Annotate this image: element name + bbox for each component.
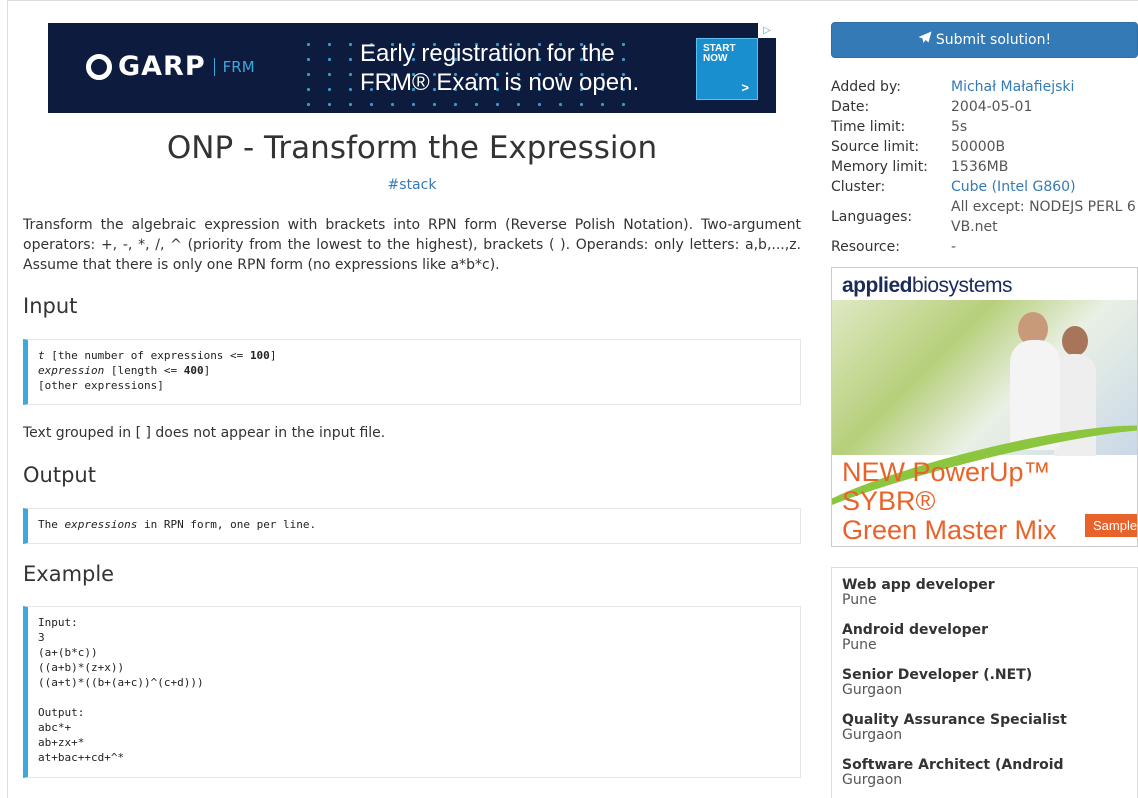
- garp-logo-icon: [86, 53, 112, 80]
- example-heading: Example: [23, 562, 115, 586]
- output-heading: Output: [23, 463, 96, 487]
- input-line1-text: [the number of expressions <=: [44, 349, 250, 362]
- ad2-lab-photo: [832, 300, 1137, 546]
- garp-ad-banner[interactable]: GARP FRM Early registration for the FRM®…: [48, 23, 776, 113]
- ad2-sample-button[interactable]: Sample: [1085, 514, 1137, 537]
- info-row-memory-limit: Memory limit: 1536MB: [831, 157, 1138, 177]
- output-post-text: in RPN form, one per line.: [137, 518, 317, 531]
- info-label: Date:: [831, 99, 870, 115]
- info-label: Cluster:: [831, 179, 886, 195]
- applied-biosystems-ad[interactable]: appliedbiosystems NEW PowerUp™ SYBR® Gre…: [831, 267, 1138, 547]
- author-link[interactable]: Michał Małafiejski: [951, 79, 1074, 95]
- info-row-added-by: Added by: Michał Małafiejski: [831, 77, 1138, 97]
- job-title: Android developer: [842, 622, 989, 638]
- input-note: Text grouped in [ ] does not appear in t…: [23, 425, 386, 441]
- info-value: 50000B: [951, 139, 1006, 155]
- info-label: Languages:: [831, 209, 913, 225]
- ad-start-now-button[interactable]: START NOW >: [696, 38, 758, 100]
- paper-plane-icon: [918, 23, 932, 57]
- garp-logo-sub: FRM: [213, 57, 255, 76]
- cluster-link[interactable]: Cube (Intel G860): [951, 179, 1076, 195]
- job-item[interactable]: Android developer Pune: [842, 623, 1127, 653]
- job-item[interactable]: Web app developer Pune: [842, 578, 1127, 608]
- ad-cta-arrow-icon: >: [741, 80, 749, 95]
- input-spec-block: t [the number of expressions <= 100] exp…: [23, 339, 801, 405]
- info-label: Source limit:: [831, 139, 920, 155]
- output-var-expressions: expressions: [64, 518, 138, 531]
- problem-title: ONP - Transform the Expression: [166, 130, 658, 166]
- ad-headline-line2: FRM® Exam is now open.: [360, 69, 640, 96]
- input-line2-number: 400: [183, 364, 204, 377]
- ad2-brand-logo: appliedbiosystems: [842, 274, 1013, 298]
- job-location: Gurgaon: [842, 772, 903, 788]
- ad-choices-icon[interactable]: ▷: [758, 23, 776, 38]
- info-value: 1536MB: [951, 159, 1009, 175]
- info-label: Resource:: [831, 239, 900, 255]
- info-row-date: Date: 2004-05-01: [831, 97, 1138, 117]
- job-location: Gurgaon: [842, 682, 903, 698]
- info-row-source-limit: Source limit: 50000B: [831, 137, 1138, 157]
- example-block: Input: 3 (a+(b*c)) ((a+b)*(z+x)) ((a+t)*…: [23, 606, 801, 778]
- info-value: -: [951, 239, 957, 255]
- job-location: Pune: [842, 637, 877, 653]
- input-line1-number: 100: [249, 349, 270, 362]
- garp-logo: GARP FRM: [86, 51, 255, 82]
- job-item[interactable]: Quality Assurance Specialist Gurgaon: [842, 713, 1127, 743]
- input-line3-text: [other expressions]: [38, 379, 164, 392]
- output-spec-block: The expressions in RPN form, one per lin…: [23, 508, 801, 544]
- output-pre-text: The: [38, 518, 65, 531]
- info-row-time-limit: Time limit: 5s: [831, 117, 1138, 137]
- ad-headline: Early registration for the FRM® Exam is …: [360, 39, 639, 97]
- info-label: Time limit:: [831, 119, 906, 135]
- problem-tag-link[interactable]: #stack: [23, 177, 801, 193]
- info-value: 5s: [951, 119, 968, 135]
- ad2-brand-bold: applied: [842, 274, 913, 297]
- input-line2-end: ]: [203, 364, 211, 377]
- info-row-resource: Resource: -: [831, 237, 1138, 257]
- info-row-languages: Languages: All except: NODEJS PERL 6 VB.…: [831, 197, 1138, 237]
- submit-solution-button[interactable]: Submit solution!: [831, 22, 1138, 58]
- job-title: Software Architect (Android: [842, 757, 1064, 773]
- ad-headline-line1: Early registration for the: [360, 40, 615, 67]
- job-title: Quality Assurance Specialist: [842, 712, 1067, 728]
- ad2-brand-rest: biosystems: [912, 274, 1013, 297]
- input-heading: Input: [23, 294, 78, 318]
- info-label: Added by:: [831, 79, 901, 95]
- ad2-product-line1: NEW PowerUp™ SYBR®: [842, 457, 1051, 516]
- input-line1-end: ]: [269, 349, 277, 362]
- job-title: Web app developer: [842, 577, 995, 593]
- input-var-expression: expression: [38, 364, 105, 377]
- info-row-cluster: Cluster: Cube (Intel G860): [831, 177, 1138, 197]
- info-label: Memory limit:: [831, 159, 928, 175]
- info-value: 2004-05-01: [951, 99, 1033, 115]
- submit-solution-label: Submit solution!: [935, 32, 1052, 48]
- job-title: Senior Developer (.NET): [842, 667, 1033, 683]
- job-item[interactable]: Software Architect (Android Gurgaon: [842, 758, 1127, 788]
- info-value: All except: NODEJS PERL 6 VB.net: [951, 199, 1136, 235]
- input-line2-text: [length <=: [104, 364, 184, 377]
- job-item[interactable]: Senior Developer (.NET) Gurgaon: [842, 668, 1127, 698]
- problem-description: Transform the algebraic expression with …: [23, 217, 801, 273]
- input-var-t: t: [38, 349, 45, 362]
- problem-info-table: Added by: Michał Małafiejski Date: 2004-…: [831, 77, 1138, 257]
- jobs-list: Web app developer Pune Android developer…: [831, 567, 1138, 798]
- job-location: Gurgaon: [842, 727, 903, 743]
- ad-cta-line2: NOW: [703, 53, 728, 64]
- garp-logo-text: GARP: [118, 51, 206, 82]
- job-location: Pune: [842, 592, 877, 608]
